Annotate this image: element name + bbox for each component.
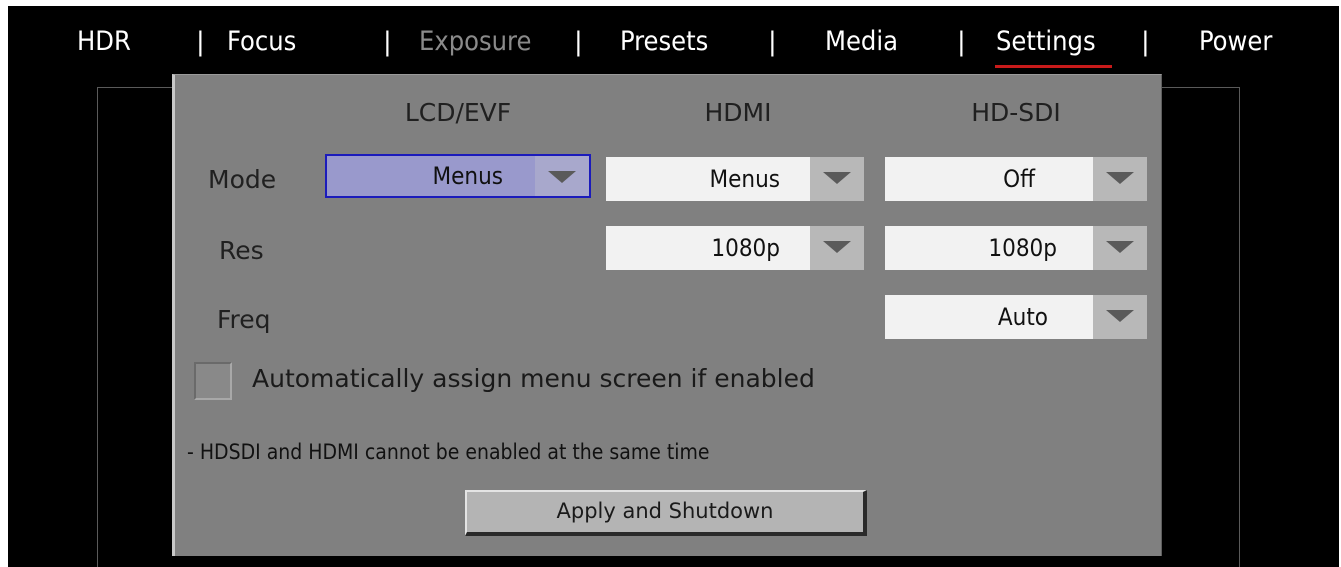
hdmi-mode-dropdown[interactable]: Menus <box>606 157 864 201</box>
nav-separator: | <box>1141 27 1150 57</box>
nav-separator: | <box>768 27 777 57</box>
dropdown-button[interactable] <box>810 226 864 270</box>
column-header-hdmi: HDMI <box>704 98 772 127</box>
nav-separator: | <box>196 27 205 57</box>
chevron-down-icon <box>548 171 576 183</box>
nav-tab-media[interactable]: Media <box>825 22 898 62</box>
hdmi-res-dropdown[interactable]: 1080p <box>606 226 864 270</box>
row-label-res: Res <box>219 236 264 265</box>
nav-separator: | <box>383 27 392 57</box>
chevron-down-icon <box>823 241 851 253</box>
nav-tab-presets[interactable]: Presets <box>620 22 708 62</box>
hd-sdi-mode-dropdown[interactable]: Off <box>885 157 1147 201</box>
dropdown-button[interactable] <box>535 156 589 196</box>
chevron-down-icon <box>1106 310 1134 322</box>
nav-tab-focus[interactable]: Focus <box>227 22 296 62</box>
hd-sdi-res-dropdown[interactable]: 1080p <box>885 226 1147 270</box>
apply-and-shutdown-button[interactable]: Apply and Shutdown <box>465 490 867 536</box>
chevron-down-icon <box>823 172 851 184</box>
nav-separator: | <box>957 27 966 57</box>
nav-tab-exposure[interactable]: Exposure <box>419 22 531 62</box>
dropdown-value: Menus <box>709 165 780 193</box>
hd-sdi-freq-dropdown[interactable]: Auto <box>885 295 1147 339</box>
nav-tab-hdr[interactable]: HDR <box>77 22 131 62</box>
dropdown-button[interactable] <box>1093 226 1147 270</box>
column-header-hd-sdi: HD-SDI <box>971 98 1061 127</box>
auto-assign-label[interactable]: Automatically assign menu screen if enab… <box>252 362 815 396</box>
dropdown-value: Auto <box>997 303 1048 331</box>
active-tab-indicator <box>995 65 1112 68</box>
hdsdi-hdmi-warning-note: - HDSDI and HDMI cannot be enabled at th… <box>187 440 710 464</box>
dropdown-button[interactable] <box>1093 157 1147 201</box>
auto-assign-checkbox[interactable] <box>194 362 232 400</box>
row-label-freq: Freq <box>217 305 271 334</box>
chevron-down-icon <box>1106 172 1134 184</box>
dropdown-value: Off <box>1003 165 1035 193</box>
chevron-down-icon <box>1106 241 1134 253</box>
dropdown-value: 1080p <box>988 234 1057 262</box>
nav-tab-settings[interactable]: Settings <box>996 22 1096 62</box>
dropdown-value: Menus <box>432 162 503 190</box>
column-header-lcd-evf: LCD/EVF <box>404 98 512 127</box>
nav-separator: | <box>574 27 583 57</box>
dropdown-button[interactable] <box>810 157 864 201</box>
lcd-evf-mode-dropdown[interactable]: Menus <box>325 154 591 198</box>
row-label-mode: Mode <box>208 165 277 194</box>
dropdown-value: 1080p <box>711 234 780 262</box>
nav-tab-power[interactable]: Power <box>1199 22 1272 62</box>
dropdown-button[interactable] <box>1093 295 1147 339</box>
